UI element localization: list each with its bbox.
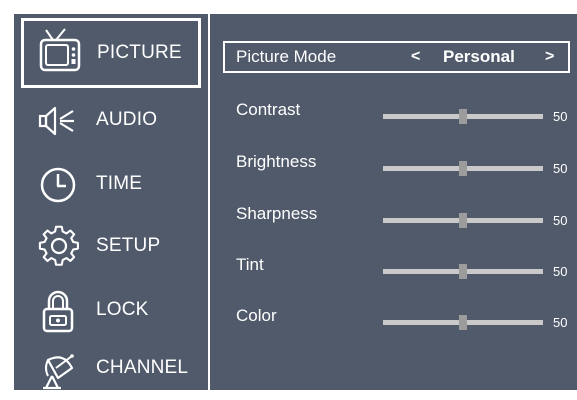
chevron-left-icon[interactable]: <	[411, 43, 420, 71]
gear-icon	[36, 224, 84, 270]
picture-mode-value: Personal	[443, 47, 515, 66]
setting-label: Tint	[236, 255, 264, 274]
setting-label: Brightness	[236, 152, 317, 171]
sidebar-item-audio[interactable]: AUDIO	[18, 88, 204, 152]
sidebar-item-channel[interactable]: CHANNEL	[18, 336, 204, 400]
brightness-slider-thumb[interactable]	[459, 161, 467, 176]
setting-label: Contrast	[236, 100, 301, 119]
lock-icon	[36, 288, 84, 334]
satellite-dish-icon	[36, 346, 84, 392]
setting-label: Sharpness	[236, 204, 318, 223]
setting-row-color: Color 50	[236, 304, 576, 334]
setting-row-sharpness: Sharpness 50	[236, 202, 576, 232]
sidebar-item-label: AUDIO	[96, 109, 158, 130]
picture-mode-label: Picture Mode	[236, 47, 337, 66]
picture-settings-panel: Picture Mode < Personal > Contrast 50 Br…	[210, 14, 577, 390]
setting-value: 50	[553, 213, 568, 228]
contrast-slider-thumb[interactable]	[459, 109, 467, 124]
setting-row-brightness: Brightness 50	[236, 150, 576, 180]
setting-row-contrast: Contrast 50	[236, 98, 576, 128]
sidebar-item-label: SETUP	[96, 235, 161, 256]
tint-slider-thumb[interactable]	[459, 264, 467, 279]
clock-icon	[36, 162, 84, 208]
sidebar-item-label: PICTURE	[97, 42, 182, 63]
setting-value: 50	[553, 161, 568, 176]
speaker-icon	[36, 98, 84, 144]
setting-row-tint: Tint 50	[236, 253, 576, 283]
sidebar: PICTURE AUDIO TIME SETUP LOCK CHANNEL	[14, 14, 208, 390]
sidebar-item-label: LOCK	[96, 299, 149, 320]
sidebar-item-setup[interactable]: SETUP	[18, 214, 204, 278]
chevron-right-icon[interactable]: >	[545, 43, 554, 71]
sidebar-item-time[interactable]: TIME	[18, 152, 204, 216]
sidebar-item-lock[interactable]: LOCK	[18, 278, 204, 342]
setting-value: 50	[553, 264, 568, 279]
color-slider-thumb[interactable]	[459, 315, 467, 330]
sidebar-item-picture[interactable]: PICTURE	[21, 18, 201, 88]
sharpness-slider-thumb[interactable]	[459, 213, 467, 228]
picture-mode-selector[interactable]: Picture Mode < Personal >	[223, 41, 570, 73]
setting-value: 50	[553, 315, 568, 330]
sidebar-item-label: CHANNEL	[96, 357, 189, 378]
tv-icon	[36, 28, 84, 74]
setting-value: 50	[553, 109, 568, 124]
osd-menu: PICTURE AUDIO TIME SETUP LOCK CHANNEL Pi…	[14, 14, 577, 390]
setting-label: Color	[236, 306, 277, 325]
sidebar-item-label: TIME	[96, 173, 143, 194]
